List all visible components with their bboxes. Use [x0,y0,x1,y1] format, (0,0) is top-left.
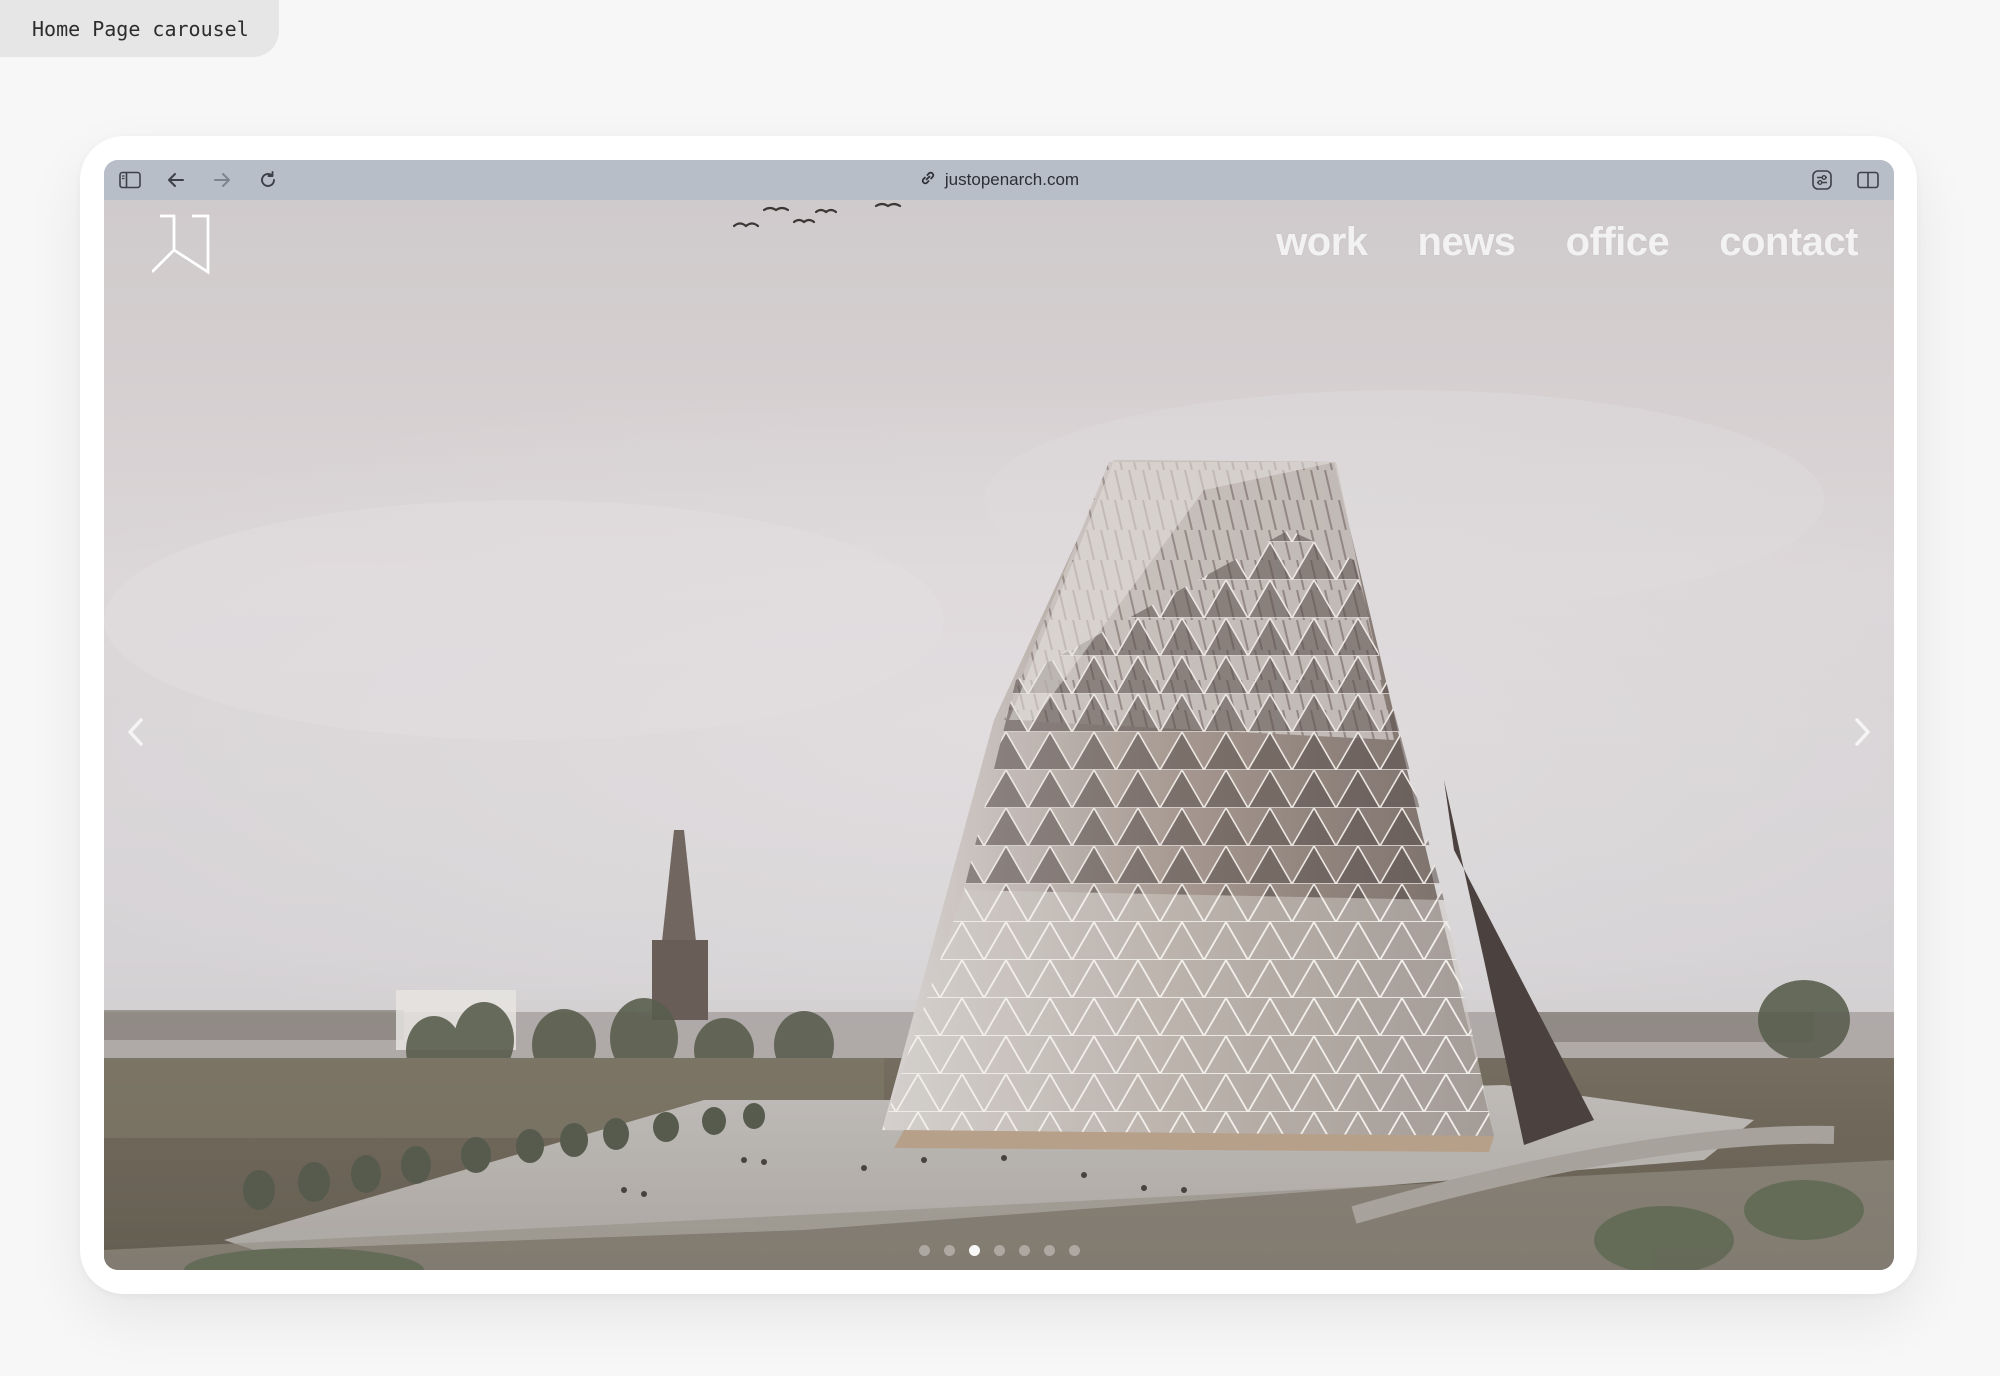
carousel-prev-button[interactable] [120,712,150,752]
nav-news[interactable]: news [1418,220,1517,265]
chevron-left-icon [128,718,143,746]
carousel-dot-1[interactable] [918,1245,930,1256]
carousel-dot-3[interactable] [968,1245,980,1256]
carousel-dot-4[interactable] [993,1245,1005,1256]
carousel-dots [104,1245,1894,1256]
back-arrow-icon[interactable] [164,168,188,192]
link-icon [919,169,937,192]
forward-arrow-icon[interactable] [210,168,234,192]
extension-icon[interactable] [1810,168,1834,192]
address-field[interactable]: justopenarch.com [919,169,1079,192]
carousel-next-button[interactable] [1848,712,1878,752]
jo-monogram-logo[interactable] [151,214,222,283]
carousel-dot-6[interactable] [1043,1245,1055,1256]
nav-work[interactable]: work [1276,220,1368,265]
browser-window: justopenarch.com work news office contac… [104,160,1894,1270]
main-nav: work news office contact [1276,220,1858,265]
carousel-dot-7[interactable] [1068,1245,1080,1256]
carousel-dot-2[interactable] [943,1245,955,1256]
nav-office[interactable]: office [1566,220,1670,265]
split-view-icon[interactable] [1856,168,1880,192]
nav-contact[interactable]: contact [1719,220,1858,265]
caption-label: Home Page carousel [32,16,249,41]
hero-slide-image [104,200,1894,1270]
sidebar-icon[interactable] [118,168,142,192]
reload-icon[interactable] [256,168,280,192]
carousel-dot-5[interactable] [1018,1245,1030,1256]
address-bar: justopenarch.com [104,160,1894,200]
chevron-right-icon [1855,718,1870,746]
caption-tab: Home Page carousel [0,0,279,57]
browser-toolbar: justopenarch.com [104,160,1894,200]
page-viewport: work news office contact [104,200,1894,1270]
url-text: justopenarch.com [944,170,1080,189]
